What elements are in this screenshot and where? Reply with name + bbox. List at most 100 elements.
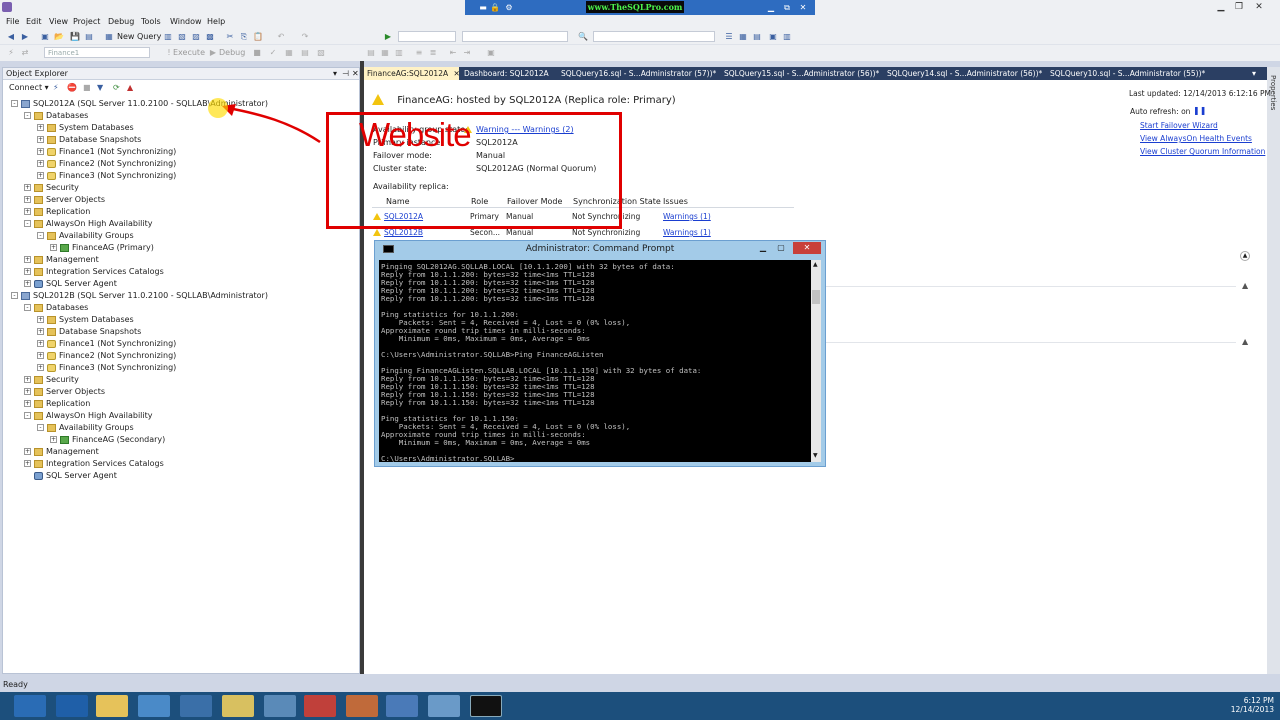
redo-icon[interactable]: ↷	[300, 32, 310, 42]
outdent-icon[interactable]: ⇤	[448, 48, 458, 58]
replica-name-link[interactable]: SQL2012B	[384, 228, 423, 237]
expand-icon[interactable]: +	[37, 340, 44, 347]
restore-icon[interactable]: ⧉	[781, 2, 793, 13]
tab-dropdown-icon[interactable]: ▾	[1252, 69, 1256, 78]
tree-item[interactable]: - SQL2012B (SQL Server 11.0.2100 - SQLLAB…	[11, 290, 268, 302]
tree-item[interactable]: - AlwaysOn High Availability	[24, 218, 153, 230]
panel-menu-icon[interactable]: ▾	[333, 68, 337, 80]
change-connection-icon[interactable]: ⇄	[20, 48, 30, 58]
disconnect-icon[interactable]: ⛔	[67, 83, 77, 92]
menu-help[interactable]: Help	[207, 17, 225, 26]
command-prompt-window[interactable]: Administrator: Command Prompt ▁ ▢ ✕ Ping…	[374, 240, 826, 467]
replica-issues-link[interactable]: Warnings (1)	[663, 228, 711, 237]
collapse-icon[interactable]: -	[37, 424, 44, 431]
properties-icon[interactable]: ☰	[724, 32, 734, 42]
window-minimize-button[interactable]: ▁	[1212, 0, 1230, 14]
collapse-icon[interactable]: -	[24, 220, 31, 227]
debug-button[interactable]: Debug	[219, 48, 245, 57]
intellisense-icon[interactable]: ▧	[316, 48, 326, 58]
activity-monitor-icon[interactable]: ▲	[127, 83, 133, 92]
tab-sqlquery16[interactable]: SQLQuery16.sql - S...Administrator (57))…	[558, 67, 719, 80]
parse-icon[interactable]: ✓	[268, 48, 278, 58]
connect-server-icon[interactable]: ⚡	[53, 83, 59, 92]
save-all-icon[interactable]: ▤	[84, 32, 94, 42]
expand-icon[interactable]: +	[24, 208, 31, 215]
menu-edit[interactable]: Edit	[26, 17, 42, 26]
expand-icon[interactable]: +	[24, 388, 31, 395]
tree-item[interactable]: + Finance2 (Not Synchronizing)	[37, 158, 176, 170]
cancel-query-icon[interactable]: ■	[252, 48, 262, 58]
tree-item[interactable]: + Finance3 (Not Synchronizing)	[37, 362, 176, 374]
menu-project[interactable]: Project	[73, 17, 100, 26]
tree-item[interactable]: + Finance1 (Not Synchronizing)	[37, 146, 176, 158]
find-input[interactable]	[593, 31, 715, 42]
replica-issues-link[interactable]: Warnings (1)	[663, 212, 711, 221]
comment-icon[interactable]: ≡	[414, 48, 424, 58]
results-grid-icon[interactable]: ▦	[380, 48, 390, 58]
collapse-icon[interactable]: -	[11, 292, 18, 299]
open-file-icon[interactable]: 📂	[54, 32, 64, 42]
available-databases-dropdown[interactable]: Finance1	[44, 47, 150, 58]
cluster-manager-icon[interactable]	[180, 695, 212, 717]
connect-dropdown[interactable]: Connect ▾	[9, 83, 49, 92]
tree-item[interactable]: + Security	[24, 182, 79, 194]
ssms-icon[interactable]	[386, 695, 418, 717]
indent-icon[interactable]: ⇥	[462, 48, 472, 58]
paste-icon[interactable]: 📋	[253, 32, 263, 42]
expand-icon[interactable]: +	[24, 460, 31, 467]
filter-icon[interactable]: ▼	[97, 83, 103, 92]
tab-financeag[interactable]: FinanceAG:SQL2012A ✕	[364, 67, 460, 80]
cmd-minimize-button[interactable]: ▁	[755, 242, 771, 254]
tree-item[interactable]: + System Databases	[37, 122, 134, 134]
new-query-button[interactable]: New Query	[117, 32, 161, 41]
tree-item[interactable]: + Integration Services Catalogs	[24, 458, 164, 470]
menu-view[interactable]: View	[49, 17, 68, 26]
notepad-icon[interactable]	[222, 695, 254, 717]
powershell-icon[interactable]	[56, 695, 88, 717]
tree-item[interactable]: + Database Snapshots	[37, 326, 141, 338]
tree-item[interactable]: + Database Snapshots	[37, 134, 141, 146]
find-icon[interactable]: 🔍	[578, 32, 588, 42]
connect-icon[interactable]: ⚡	[6, 48, 16, 58]
control-panel-icon[interactable]	[264, 695, 296, 717]
expand-icon[interactable]: +	[24, 280, 31, 287]
tab-sqlquery14[interactable]: SQLQuery14.sql - S...Administrator (56))…	[884, 67, 1045, 80]
tree-item[interactable]: + Server Objects	[24, 386, 105, 398]
collapse-icon[interactable]: -	[24, 412, 31, 419]
cmd-console-output[interactable]: Pinging SQL2012AG.SQLLAB.LOCAL [10.1.1.2…	[379, 260, 811, 462]
scroll-down-icon[interactable]: ▼	[813, 452, 818, 459]
expand-icon[interactable]: +	[24, 376, 31, 383]
menu-window[interactable]: Window	[170, 17, 202, 26]
pin-icon[interactable]: ▬	[477, 2, 489, 13]
tree-item[interactable]: + Management	[24, 254, 99, 266]
expand-icon[interactable]: +	[24, 256, 31, 263]
undo-icon[interactable]: ↶	[276, 32, 286, 42]
start-failover-wizard-link[interactable]: Start Failover Wizard	[1140, 121, 1218, 130]
expand-icon[interactable]: +	[37, 352, 44, 359]
expand-icon[interactable]: +	[37, 124, 44, 131]
forward-icon[interactable]: ▶	[20, 32, 30, 42]
refresh-icon[interactable]: ⟳	[113, 83, 120, 92]
system-tray-clock[interactable]: 6:12 PM 12/14/2013	[1231, 696, 1274, 714]
tree-item[interactable]: - Availability Groups	[37, 230, 134, 242]
expand-icon[interactable]: +	[50, 436, 57, 443]
tree-item[interactable]: + FinanceAG (Primary)	[50, 242, 154, 254]
query-xmla-icon[interactable]: ▩	[205, 32, 215, 42]
settings-icon[interactable]: ⚙	[503, 2, 515, 13]
start-icon[interactable]: ▶	[383, 32, 393, 42]
expand-icon[interactable]: +	[24, 448, 31, 455]
back-icon[interactable]: ◀	[6, 32, 16, 42]
expand-icon[interactable]: +	[24, 400, 31, 407]
lock-icon[interactable]: 🔒	[489, 2, 501, 13]
tree-item[interactable]: - AlwaysOn High Availability	[24, 410, 153, 422]
stop-icon[interactable]: ■	[83, 83, 91, 92]
col-issues[interactable]: Issues	[663, 196, 688, 208]
execute-button[interactable]: Execute	[173, 48, 205, 57]
tab-dashboard[interactable]: Dashboard: SQL2012A	[461, 67, 552, 80]
results-text-icon[interactable]: ▤	[366, 48, 376, 58]
collapse-icon[interactable]: -	[37, 232, 44, 239]
template-icon[interactable]: ▣	[768, 32, 778, 42]
copy-icon[interactable]: ⎘	[239, 32, 249, 42]
tree-item[interactable]: + Finance3 (Not Synchronizing)	[37, 170, 176, 182]
view-health-events-link[interactable]: View AlwaysOn Health Events	[1140, 134, 1252, 143]
